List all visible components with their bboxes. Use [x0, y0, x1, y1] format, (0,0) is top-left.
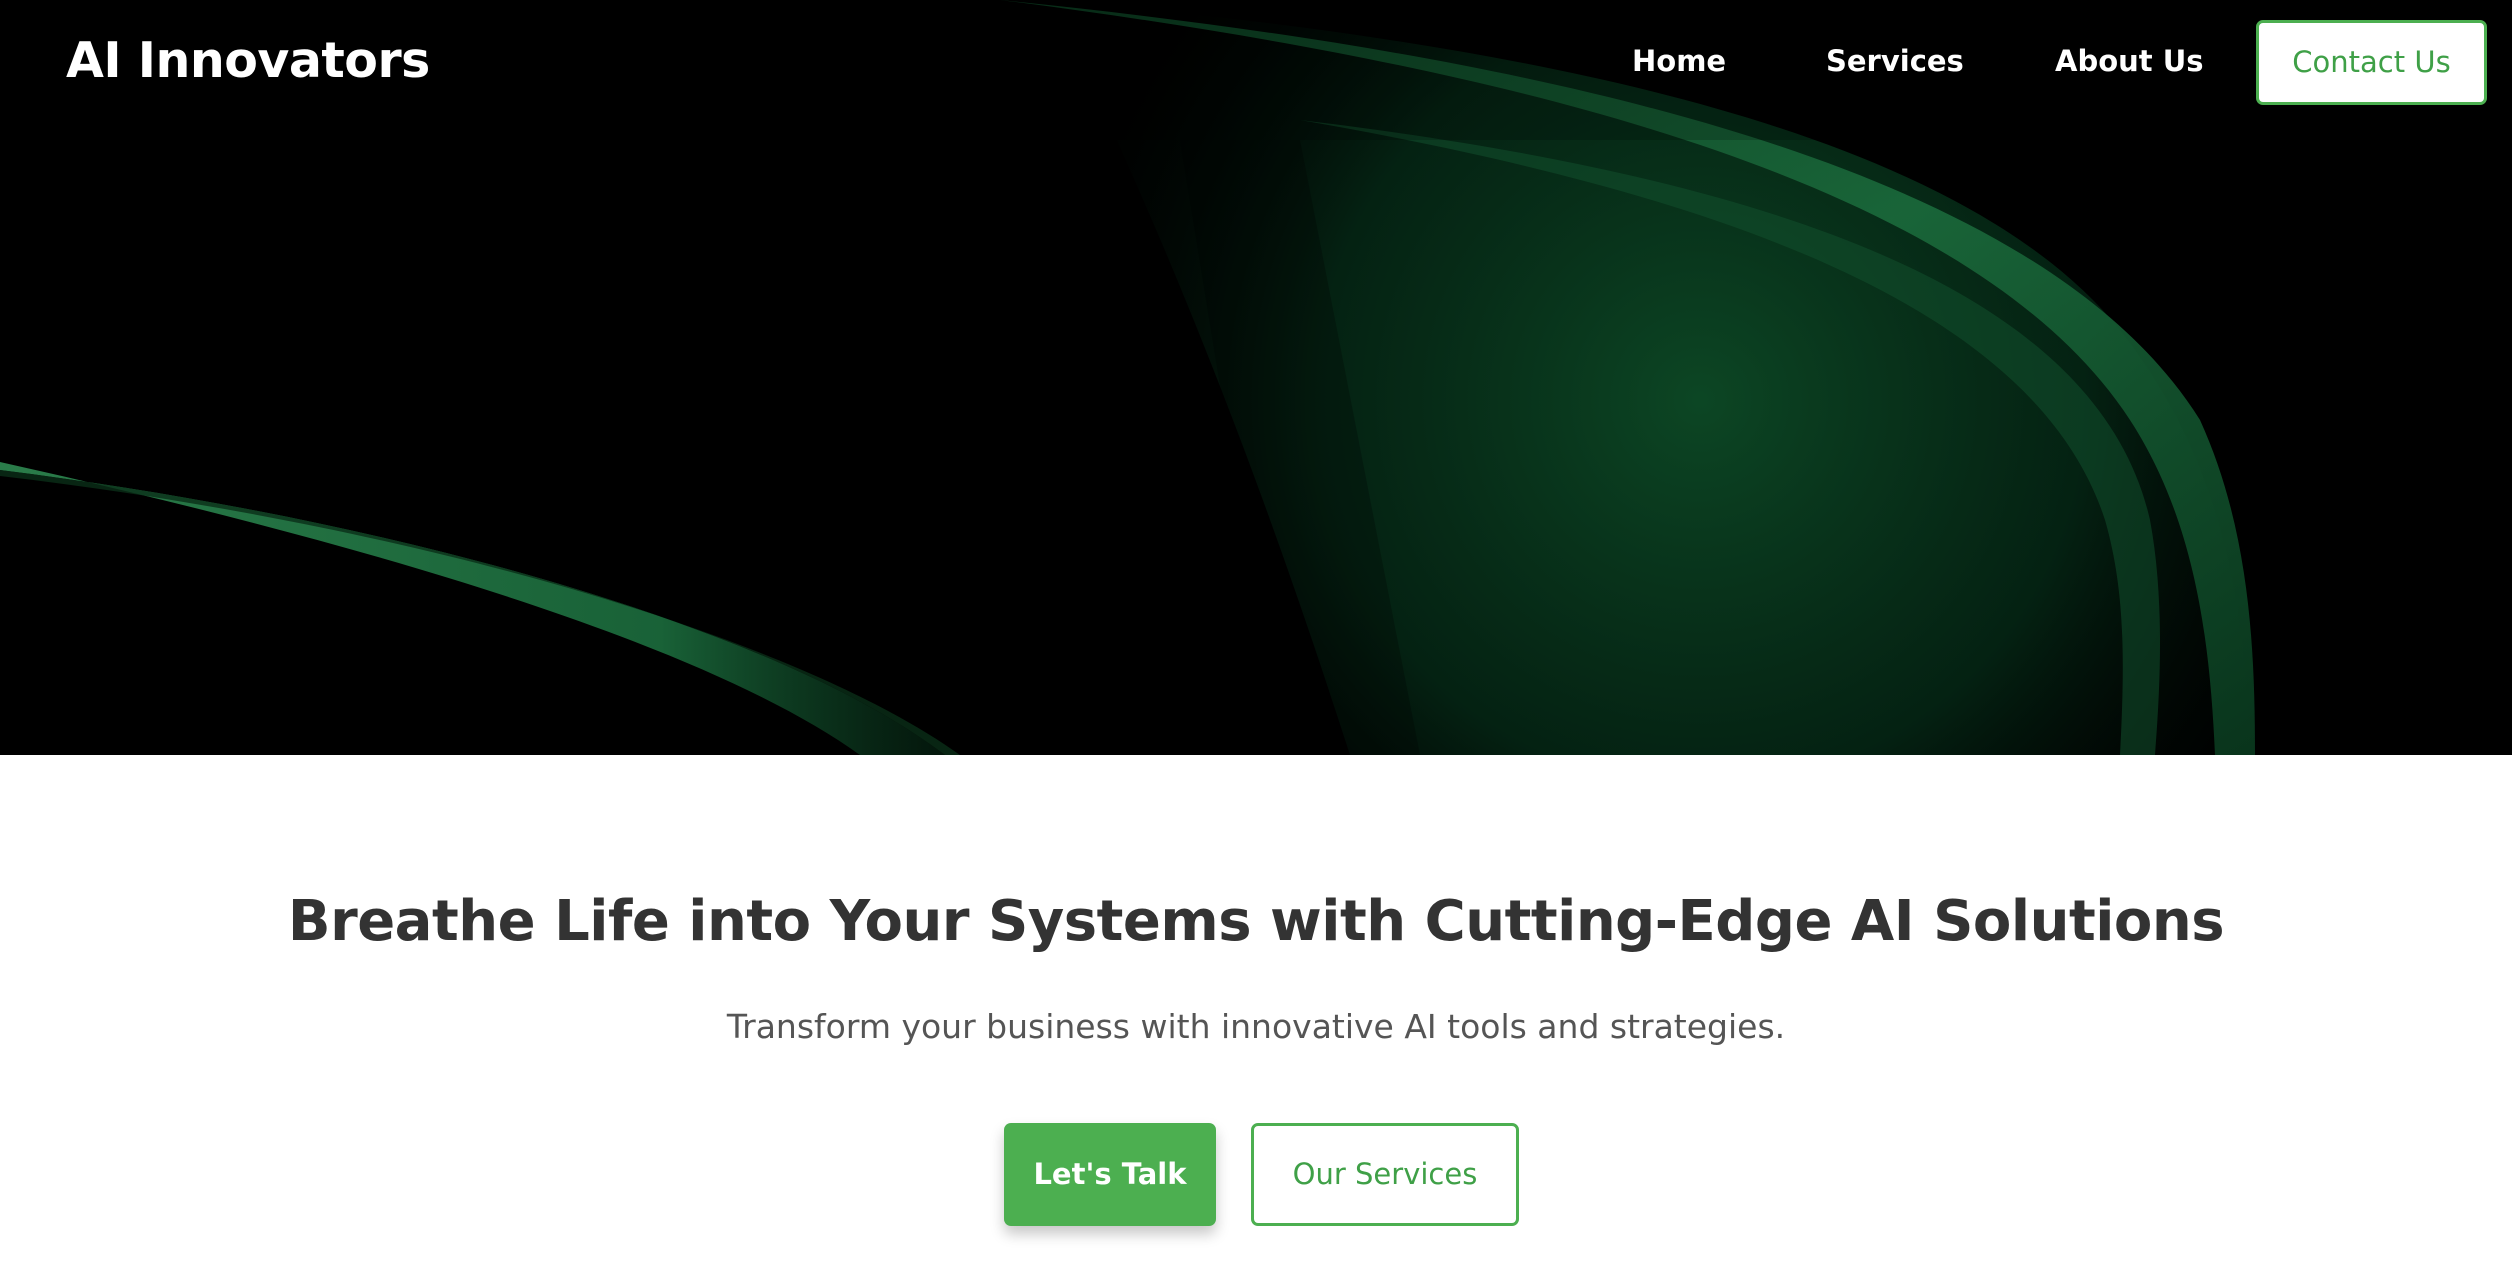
nav-link-home[interactable]: Home [1632, 38, 1726, 84]
hero-headline: Breathe Life into Your Systems with Cutt… [287, 889, 2225, 954]
nav-link-about-us[interactable]: About Us [2055, 38, 2204, 84]
contact-us-button[interactable]: Contact Us [2256, 20, 2487, 105]
nav-link-services[interactable]: Services [1826, 38, 1964, 84]
our-services-button[interactable]: Our Services [1251, 1123, 1519, 1226]
brand-logo[interactable]: AI Innovators [66, 28, 430, 94]
lets-talk-button[interactable]: Let's Talk [1004, 1123, 1216, 1226]
hero-subheadline: Transform your business with innovative … [726, 1007, 1786, 1046]
hero-banner: AI Innovators Home Services About Us Con… [0, 0, 2512, 755]
